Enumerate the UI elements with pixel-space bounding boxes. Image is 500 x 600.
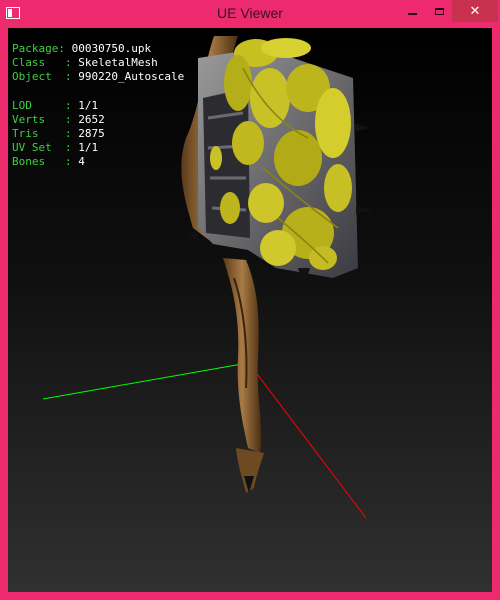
info-row-uvset: UV Set : 1/1 xyxy=(12,141,184,155)
3d-viewport[interactable]: Package: 00030750.upk Class : SkeletalMe… xyxy=(8,28,492,592)
info-row-bones: Bones : 4 xyxy=(12,155,184,169)
minimize-button[interactable] xyxy=(398,0,426,22)
info-row-lod: LOD : 1/1 xyxy=(12,99,184,113)
maximize-icon xyxy=(434,7,444,15)
verts-value: 2652 xyxy=(78,112,105,126)
info-label: Object : xyxy=(12,70,79,84)
class-value: SkeletalMesh xyxy=(78,56,158,70)
tris-value: 2875 xyxy=(78,127,105,141)
minimize-icon xyxy=(407,13,417,15)
info-row-class: Class : SkeletalMesh xyxy=(12,56,184,70)
object-value: 990220_Autoscale xyxy=(78,70,185,84)
info-row-object: Object : 990220_Autoscale xyxy=(12,70,184,84)
uvset-value: 1/1 xyxy=(78,141,99,155)
info-row-package: Package: 00030750.upk xyxy=(12,42,184,56)
info-row-tris: Tris : 2875 xyxy=(12,127,184,141)
package-value: 00030750.upk xyxy=(71,42,152,55)
info-label: Verts : xyxy=(12,112,79,126)
close-button[interactable]: ✕ xyxy=(452,0,498,22)
x-axis-line xyxy=(253,369,367,519)
bones-value: 4 xyxy=(78,155,85,169)
title-bar[interactable]: UE Viewer ✕ xyxy=(0,0,500,28)
info-label: UV Set : xyxy=(12,141,79,155)
maximize-button[interactable] xyxy=(426,0,452,22)
info-row-verts: Verts : 2652 xyxy=(12,113,184,127)
info-label: Tris : xyxy=(12,127,79,141)
info-label: Class : xyxy=(12,56,79,70)
info-label: Bones : xyxy=(12,155,79,169)
lod-value: 1/1 xyxy=(78,98,99,112)
app-window: UE Viewer ✕ Package: 00030750.upk Class … xyxy=(0,0,500,600)
staff-mesh xyxy=(181,36,374,493)
close-icon: ✕ xyxy=(469,3,481,19)
info-label: Package: xyxy=(12,42,72,55)
info-label: LOD : xyxy=(12,98,79,112)
mesh-info-panel: Package: 00030750.upk Class : SkeletalMe… xyxy=(12,42,184,170)
y-axis-line xyxy=(42,363,243,400)
